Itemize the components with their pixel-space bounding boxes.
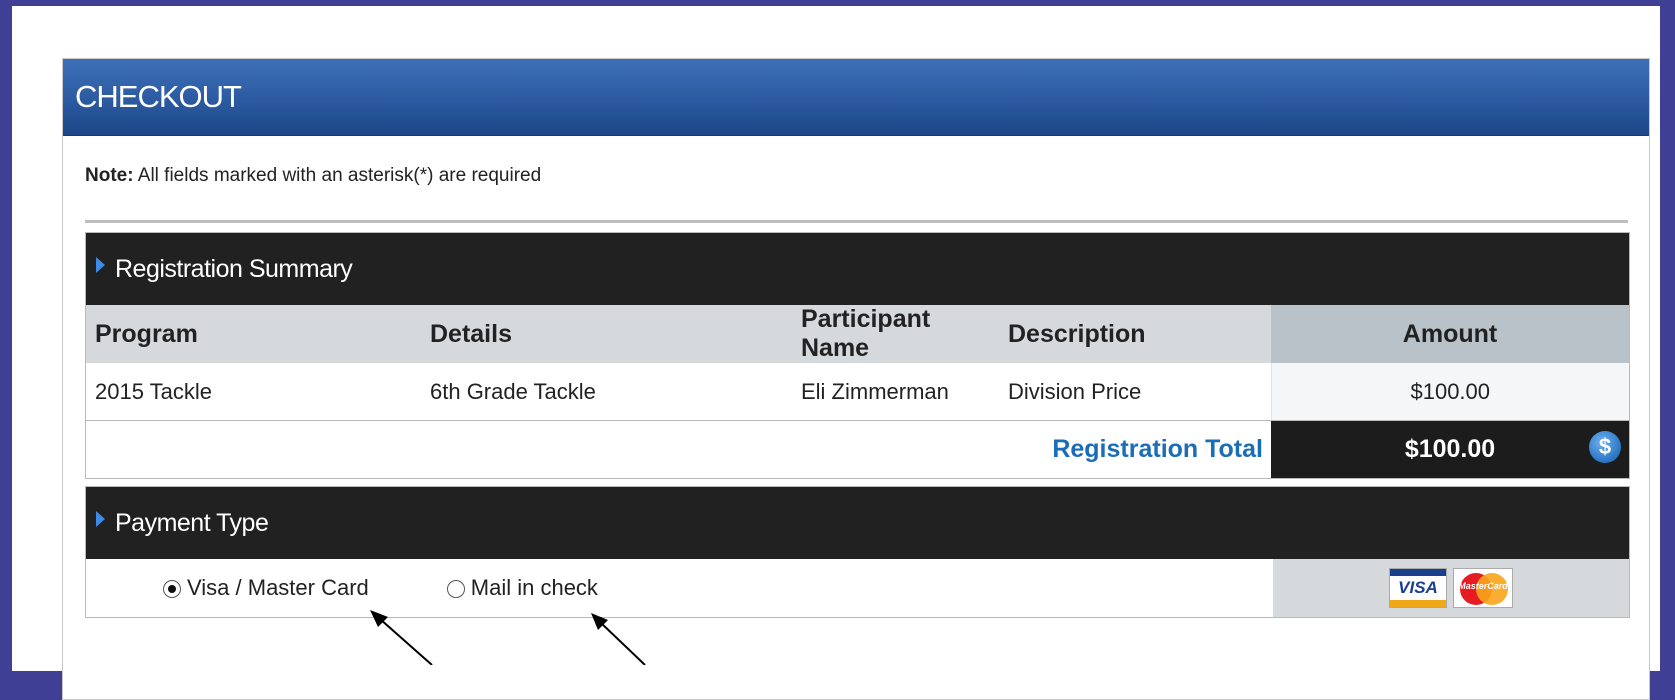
arrow-to-check-option <box>591 613 646 665</box>
annotation-arrows <box>370 610 646 665</box>
arrow-to-visa-option <box>370 610 433 665</box>
